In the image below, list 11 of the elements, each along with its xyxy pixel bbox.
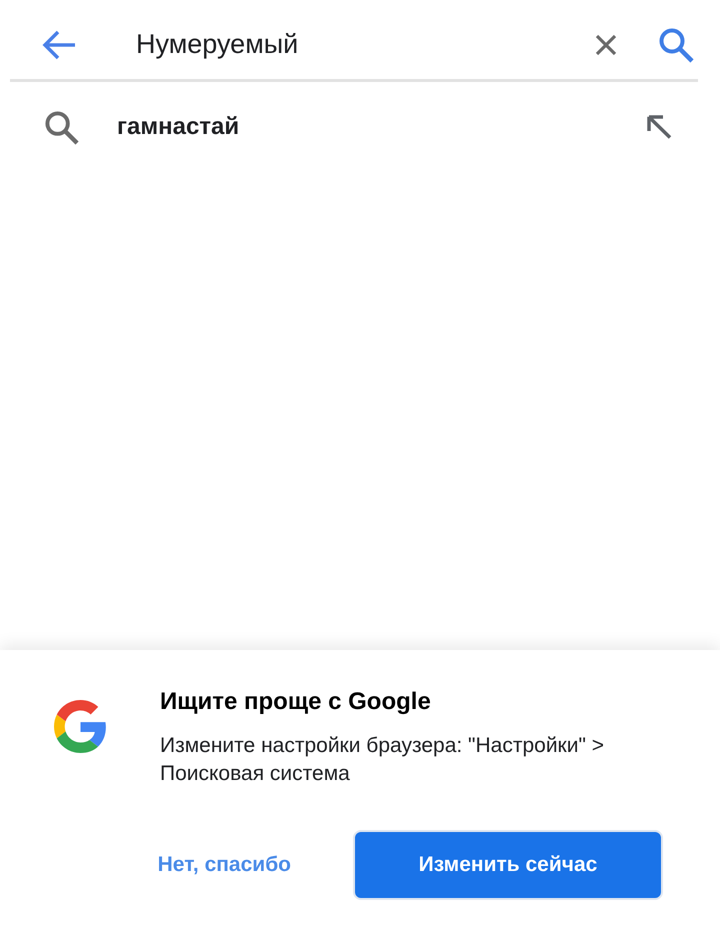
prompt-text: Измените настройки браузера: "Настройки" > Поисковая система (160, 733, 606, 787)
search-icon (658, 26, 694, 62)
change-now-button[interactable]: Изменить сейчас (353, 830, 663, 900)
close-icon (595, 34, 617, 56)
arrow-up-left-icon (646, 115, 672, 139)
prompt-title: Ищите проще с Google (160, 687, 432, 717)
search-icon (44, 110, 79, 144)
back-arrow-icon (42, 30, 76, 60)
suggestion-text[interactable]: гамнастай (117, 113, 642, 141)
search-field[interactable]: Нумеруемый (136, 24, 566, 64)
google-g-logo (54, 700, 107, 753)
